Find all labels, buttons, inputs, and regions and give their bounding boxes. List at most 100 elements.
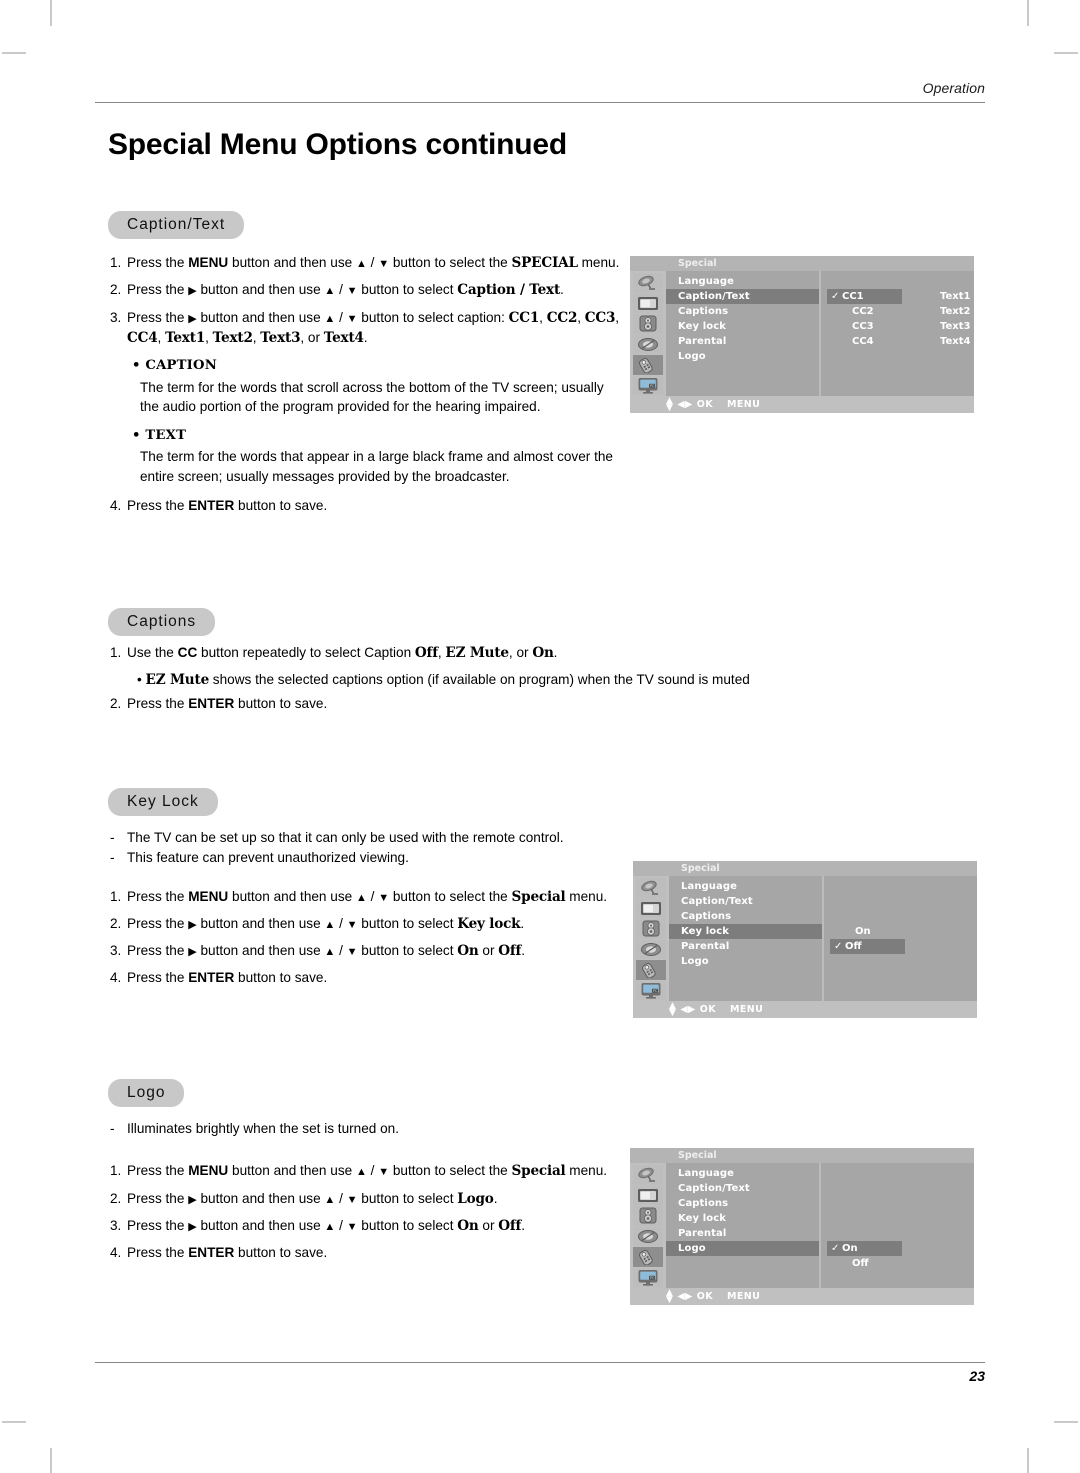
logo-osd[interactable]: Special PC Language Caption/Text Captions K… — [630, 1148, 974, 1305]
crop-mark-top-left-horizontal — [2, 52, 26, 54]
picture-screen-icon[interactable] — [633, 1185, 663, 1205]
text-run: . — [553, 645, 558, 660]
text-run: Press the — [127, 309, 189, 325]
svg-text:PC: PC — [653, 989, 658, 993]
text-run: Press the — [127, 1217, 189, 1233]
osd-menu-item[interactable]: Logo — [666, 349, 819, 364]
osd-value-option[interactable]: Off — [841, 1256, 869, 1271]
dash-text: The TV can be set up so that it can only… — [127, 830, 564, 845]
osd-menu-item[interactable]: Key lock — [666, 1211, 819, 1226]
clock-timer-icon[interactable] — [636, 939, 666, 959]
osd-menu-item[interactable]: Parental — [666, 1226, 819, 1241]
menu-label: MENU — [727, 1291, 761, 1302]
text-run: . — [521, 943, 525, 959]
osd-menu-item[interactable]: Language — [666, 274, 819, 289]
text-run: , — [157, 329, 166, 345]
direction-arrow-icon: ▲ — [324, 946, 336, 959]
osd-value-option[interactable]: Text4 — [929, 334, 970, 349]
instruction-step: 4. Press the ENTER button to save. — [110, 968, 630, 987]
osd-menu-column[interactable]: Language Caption/Text Captions Key lock Pare… — [669, 876, 822, 1001]
instruction-step: 3. Press the ▶ button and then use ▲ / ▼ … — [110, 941, 630, 961]
text-run: shows the selected captions option (if a… — [209, 672, 750, 688]
osd-menu-item[interactable]: Captions — [666, 304, 819, 319]
pc-monitor-icon[interactable]: PC — [636, 980, 666, 1000]
step-number: 4. — [110, 1245, 122, 1261]
dash-marker: - — [110, 850, 115, 866]
osd-value-option[interactable]: CC2 — [841, 304, 874, 319]
osd-footer: ▲ ▼ ◀▶ OK MENU — [633, 1001, 977, 1018]
osd-value-option[interactable]: Text1 — [929, 289, 970, 304]
menu-label: MENU — [730, 1004, 764, 1015]
osd-value-option[interactable]: ✓ On — [827, 1241, 902, 1256]
clock-timer-icon[interactable] — [633, 1226, 663, 1246]
key-lock-osd[interactable]: Special PC Language Caption/Text Captions K… — [633, 861, 977, 1018]
osd-menu-item[interactable]: Caption/Text — [666, 289, 819, 304]
osd-value-option[interactable]: ✓ CC1 — [827, 289, 902, 304]
emphasis-serif: Special — [511, 888, 566, 905]
clock-timer-icon[interactable] — [633, 334, 663, 354]
crop-mark-bottom-right-vertical — [1027, 1448, 1029, 1473]
osd-value-option[interactable]: Text2 — [929, 304, 970, 319]
osd-menu-item[interactable]: Logo — [666, 1241, 819, 1256]
text-run: Use the — [127, 645, 178, 660]
direction-arrow-icon: ▲ — [324, 1220, 336, 1233]
special-remote-icon[interactable] — [633, 1247, 663, 1267]
osd-menu-item[interactable]: Captions — [669, 909, 822, 924]
definition-term: • TEXT — [132, 427, 187, 443]
picture-screen-icon[interactable] — [636, 898, 666, 918]
direction-arrow-icon: ▼ — [346, 1193, 358, 1206]
osd-value-column[interactable]: On ✓ Off — [822, 876, 977, 1001]
audio-speaker-icon[interactable] — [633, 1206, 663, 1226]
caption-text-definitions: • CAPTION The term for the words that scr… — [110, 357, 625, 486]
pc-monitor-icon[interactable]: PC — [633, 1267, 663, 1287]
osd-menu-item[interactable]: Language — [666, 1166, 819, 1181]
text-run: button to select — [357, 915, 458, 931]
audio-speaker-icon[interactable] — [633, 314, 663, 334]
osd-menu-item[interactable]: Logo — [669, 954, 822, 969]
osd-menu-item[interactable]: Caption/Text — [666, 1181, 819, 1196]
text-run: / — [335, 309, 347, 325]
osd-menu-column[interactable]: Language Caption/Text Captions Key lock Pare… — [666, 1163, 819, 1288]
osd-value-option[interactable]: CC4 — [841, 334, 874, 349]
osd-menu-item[interactable]: Caption/Text — [669, 894, 822, 909]
osd-menu-item[interactable]: Parental — [669, 939, 822, 954]
osd-value-column[interactable]: ✓ On Off — [819, 1163, 974, 1288]
osd-menu-item[interactable]: Language — [669, 879, 822, 894]
section-pill-caption-text: Caption/Text — [108, 211, 245, 239]
osd-value-option[interactable]: On — [844, 924, 871, 939]
osd-menu-column[interactable]: Language Caption/Text Captions Key lock Pare… — [666, 271, 819, 396]
emphasis-serif: Text4 — [323, 329, 364, 346]
text-run: . — [493, 1190, 498, 1206]
osd-menu-item[interactable]: Captions — [666, 1196, 819, 1211]
special-remote-icon[interactable] — [633, 355, 663, 375]
section-pill-key-lock: Key Lock — [108, 788, 218, 816]
satellite-dish-icon[interactable] — [636, 878, 666, 898]
step-number: 2. — [110, 1190, 122, 1206]
osd-menu-item[interactable]: Key lock — [669, 924, 822, 939]
emphasis-serif: Key lock — [457, 915, 521, 932]
direction-arrow-icon: ▼ — [346, 285, 358, 298]
instruction-step: 3. Press the ▶ button and then use ▲ / ▼ … — [110, 1216, 630, 1236]
ok-label: OK — [699, 1004, 716, 1015]
text-run: Press the — [127, 888, 189, 904]
direction-arrow-icon: ▼ — [346, 312, 358, 325]
osd-value-option[interactable]: CC3 — [841, 319, 874, 334]
osd-menu-item[interactable]: Key lock — [666, 319, 819, 334]
text-run: / — [335, 915, 347, 931]
special-remote-icon[interactable] — [636, 960, 666, 980]
osd-menu-item[interactable]: Parental — [666, 334, 819, 349]
audio-speaker-icon[interactable] — [636, 919, 666, 939]
osd-value-option[interactable]: ✓ Off — [830, 939, 905, 954]
direction-arrow-icon: ▼ — [378, 1166, 390, 1179]
pc-monitor-icon[interactable]: PC — [633, 375, 663, 395]
satellite-dish-icon[interactable] — [633, 273, 663, 293]
osd-value-column[interactable]: ✓ CC1 CC2 CC3 CC4 Text1 Text2 Text3 Text4 — [819, 271, 974, 396]
direction-arrow-icon: ▼ — [346, 946, 358, 959]
osd-value-option[interactable]: Text3 — [929, 319, 970, 334]
check-icon: ✓ — [831, 1243, 840, 1254]
direction-arrow-icon: ▲ — [355, 891, 367, 904]
caption-text-osd[interactable]: Special PC Language Caption/Text Captions K… — [630, 256, 974, 413]
picture-screen-icon[interactable] — [633, 293, 663, 313]
satellite-dish-icon[interactable] — [633, 1165, 663, 1185]
instruction-step: 1. Press the MENU button and then use ▲ /… — [110, 1161, 630, 1181]
